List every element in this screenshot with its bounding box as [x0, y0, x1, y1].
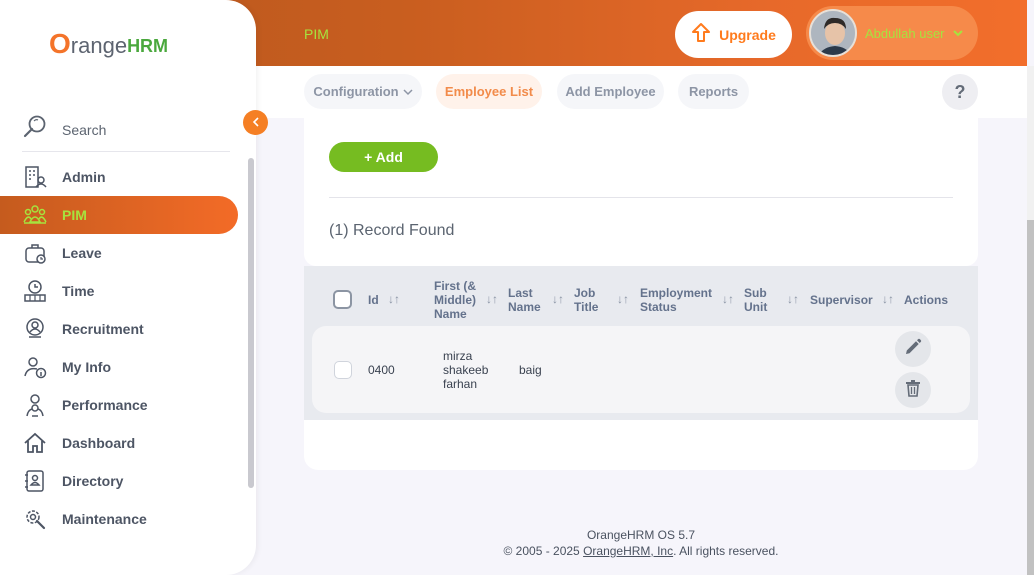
sidebar-item-label: Dashboard [62, 435, 136, 451]
search-icon [22, 114, 48, 145]
time-icon [22, 278, 48, 304]
company-link[interactable]: OrangeHRM, Inc [583, 544, 673, 558]
sort-icon[interactable]: ↓↑ [882, 292, 894, 306]
trash-icon [905, 379, 921, 402]
sidebar-item-label: Maintenance [62, 511, 147, 527]
sidebar-item-directory[interactable]: Directory [0, 462, 240, 500]
sort-icon[interactable]: ↓↑ [388, 292, 400, 306]
sidebar-item-leave[interactable]: Leave [0, 234, 240, 272]
directory-icon [22, 468, 48, 494]
performance-icon [22, 392, 48, 418]
user-dropdown[interactable]: Abdullah user [806, 6, 978, 60]
maintenance-icon [22, 506, 48, 532]
select-all-checkbox[interactable] [333, 290, 352, 309]
sidebar-item-label: Admin [62, 169, 106, 185]
chevron-down-icon [403, 84, 413, 99]
tab-employee-list[interactable]: Employee List [436, 74, 542, 109]
cell-first-middle-name: mirza shakeeb farhan [443, 349, 488, 391]
home-icon [22, 430, 48, 456]
tab-configuration-label: Configuration [313, 84, 399, 99]
column-header-actions: Actions [904, 293, 949, 307]
logo-range: range [70, 33, 128, 58]
logo-o: O [49, 28, 71, 59]
column-header-id: Id [368, 293, 379, 307]
row-checkbox[interactable] [334, 361, 352, 379]
sidebar-item-dashboard[interactable]: Dashboard [0, 424, 240, 462]
sidebar-item-admin[interactable]: Admin [0, 158, 240, 196]
search-label: Search [62, 121, 107, 138]
sidebar-item-recruitment[interactable]: Recruitment [0, 310, 240, 348]
avatar [809, 9, 857, 57]
chevron-left-icon [252, 115, 260, 130]
footer-copyright: © 2005 - 2025 OrangeHRM, Inc. All rights… [400, 543, 882, 559]
sidebar-item-performance[interactable]: Performance [0, 386, 240, 424]
column-header-job-title: Job Title [574, 286, 599, 314]
sort-icon[interactable]: ↓↑ [552, 292, 564, 306]
upgrade-button[interactable]: Upgrade [675, 11, 792, 58]
orangehrm-logo[interactable]: O range HRM [49, 30, 168, 58]
cell-id: 0400 [368, 363, 395, 377]
sidebar-item-pim[interactable]: PIM [0, 196, 238, 234]
tab-add-employee[interactable]: Add Employee [557, 74, 664, 109]
sidebar-item-label: Recruitment [62, 321, 144, 337]
sidebar-scrollbar[interactable] [248, 158, 254, 488]
user-name: Abdullah user [865, 25, 945, 41]
card-footer [304, 420, 978, 470]
copyright-suffix: . All rights reserved. [673, 544, 779, 558]
tab-configuration[interactable]: Configuration [304, 74, 422, 109]
sidebar-item-label: Leave [62, 245, 102, 261]
tab-reports[interactable]: Reports [678, 74, 749, 109]
sidebar-item-my-info[interactable]: My Info [0, 348, 240, 386]
top-nav: Configuration Employee List Add Employee… [256, 66, 1027, 118]
sidebar-item-label: Performance [62, 397, 148, 413]
name-part: farhan [443, 377, 478, 391]
sort-icon[interactable]: ↓↑ [617, 292, 629, 306]
column-header-first-middle-name: First (& Middle) Name [434, 279, 476, 321]
sort-icon[interactable]: ↓↑ [722, 292, 734, 306]
column-header-employment-status: Employment Status [640, 286, 713, 314]
footer: OrangeHRM OS 5.7 © 2005 - 2025 OrangeHRM… [400, 527, 882, 559]
main-scrollbar[interactable] [1027, 66, 1034, 575]
cell-last-name: baig [519, 363, 542, 377]
leave-icon [22, 240, 48, 266]
column-header-supervisor: Supervisor [810, 293, 873, 307]
sidebar-menu: Admin PIM Leave Time Recruitment My Info… [0, 158, 240, 538]
delete-button[interactable] [895, 372, 931, 408]
collapse-sidebar-button[interactable] [243, 110, 268, 135]
sidebar: O range HRM Search Admin PIM Leave Time … [0, 0, 256, 575]
chevron-down-icon [952, 24, 963, 42]
sidebar-search[interactable]: Search [22, 108, 230, 152]
upgrade-label: Upgrade [719, 26, 776, 43]
upgrade-arrow-icon [691, 22, 711, 47]
name-part: shakeeb [443, 363, 489, 377]
sidebar-item-label: Directory [62, 473, 124, 489]
records-count: (1) Record Found [329, 222, 455, 239]
sort-icon[interactable]: ↓↑ [486, 292, 498, 306]
my-info-icon [22, 354, 48, 380]
table-row[interactable] [312, 326, 970, 413]
copyright-prefix: © 2005 - 2025 [503, 544, 584, 558]
recruitment-icon [22, 316, 48, 342]
pim-icon [22, 202, 48, 228]
sidebar-item-label: My Info [62, 359, 111, 375]
sidebar-item-label: PIM [62, 207, 87, 223]
logo-hrm: HRM [127, 36, 169, 56]
column-header-last-name: Last Name [508, 286, 541, 314]
sidebar-item-label: Time [62, 283, 95, 299]
sidebar-item-time[interactable]: Time [0, 272, 240, 310]
scrollbar-thumb[interactable] [1027, 220, 1034, 575]
sidebar-item-maintenance[interactable]: Maintenance [0, 500, 240, 538]
employee-list-card [304, 118, 978, 266]
help-button[interactable]: ? [942, 74, 978, 110]
sort-icon[interactable]: ↓↑ [787, 292, 799, 306]
name-part: mirza [443, 349, 473, 363]
footer-version: OrangeHRM OS 5.7 [586, 528, 696, 542]
module-title: PIM [304, 26, 329, 42]
column-header-sub-unit: Sub Unit [744, 286, 768, 314]
admin-icon [22, 164, 48, 190]
add-employee-button[interactable]: + Add [329, 142, 438, 172]
edit-button[interactable] [895, 331, 931, 367]
divider [329, 197, 953, 198]
pencil-icon [904, 338, 922, 361]
